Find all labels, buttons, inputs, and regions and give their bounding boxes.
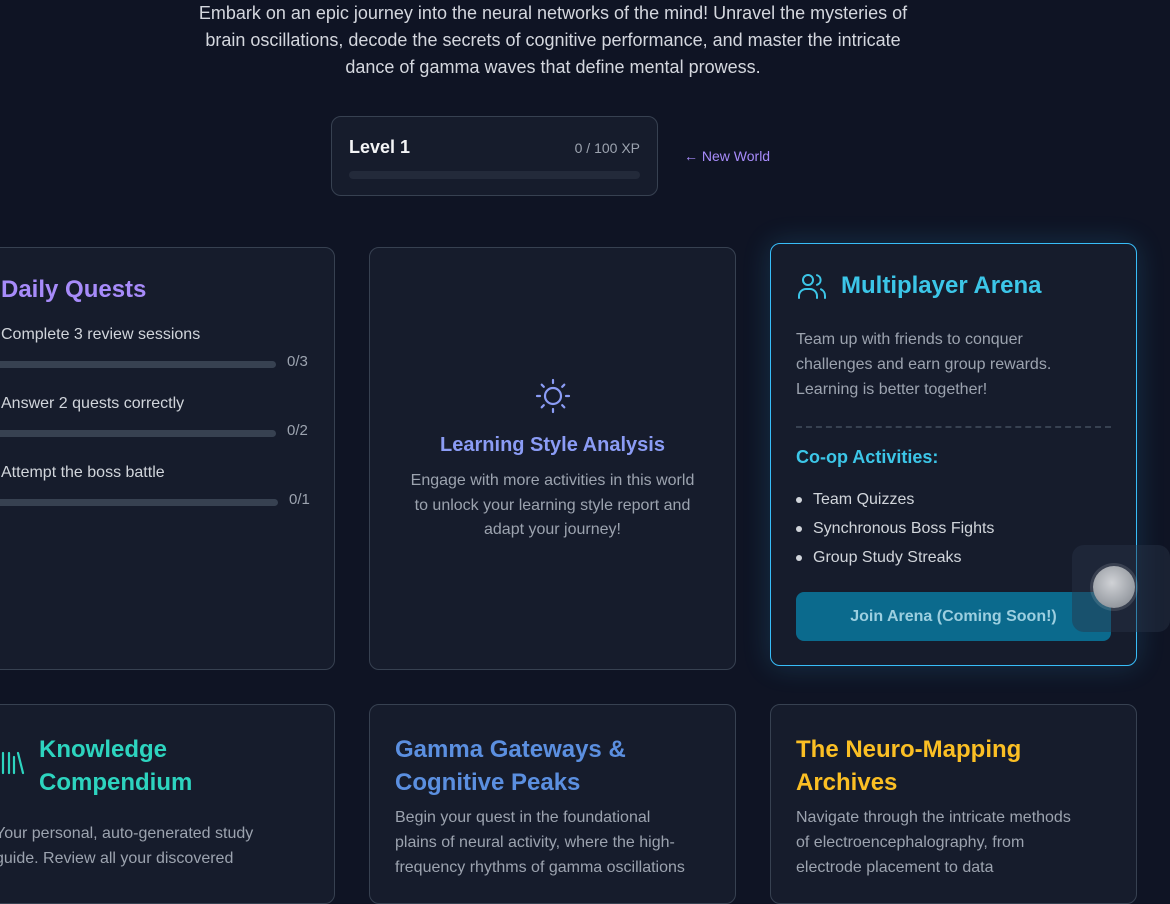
knowledge-compendium-card[interactable]: Knowledge Compendium Your personal, auto… [0,704,335,904]
title-line: Cognitive Peaks [395,769,581,796]
world-intro: Embark on an epic journey into the neura… [170,0,936,81]
list-item: Team Quizzes [796,485,994,514]
quest-label: Attempt the boss battle [1,464,165,481]
sun-icon [535,378,571,414]
quest-progress-bar [0,499,278,506]
users-icon [798,274,826,299]
gamma-gateways-card[interactable]: Gamma Gateways & Cognitive Peaks Begin y… [369,704,736,904]
description-line: frequency rhythms of gamma oscillations [395,859,685,876]
description-line: challenges and earn group rewards. [796,356,1052,373]
new-world-link[interactable]: ← New World [684,148,770,164]
description-line: Engage with more activities in this worl… [410,472,695,489]
library-icon [1,751,25,775]
intro-line: dance of gamma waves that define mental … [345,57,761,77]
compendium-title: Knowledge Compendium [39,733,192,799]
neuro-mapping-title: The Neuro-Mapping Archives [796,733,1116,799]
gamma-gateways-description: Begin your quest in the foundational pla… [395,805,710,880]
title-line: Compendium [39,769,193,796]
title-line: Archives [796,769,898,796]
quest-count: 0/1 [289,491,310,508]
intro-line: Embark on an epic journey into the neura… [198,3,908,23]
description-line: guide. Review all your discovered [0,850,234,867]
learning-style-title: Learning Style Analysis [440,434,665,456]
coop-activities-heading: Co-op Activities: [796,447,939,467]
description-line: plains of neural activity, where the hig… [395,834,675,851]
quest-progress-bar [0,361,276,368]
learning-style-card: Learning Style Analysis Engage with more… [369,247,736,670]
description-line: to unlock your learning style report and [414,496,691,514]
description-line: Learning is better together! [796,381,988,398]
dashed-divider [796,426,1111,428]
list-item: Synchronous Boss Fights [796,514,994,543]
xp-progress-bar [349,171,640,179]
floating-assistant-button[interactable] [1093,566,1135,608]
neuro-mapping-description: Navigate through the intricate methods o… [796,805,1111,880]
arena-title: Multiplayer Arena [841,272,1042,299]
title-line: The Neuro-Mapping [796,736,1022,763]
gamma-gateways-title: Gamma Gateways & Cognitive Peaks [395,733,715,799]
learning-style-description: Engage with more activities in this worl… [396,469,709,543]
arena-description: Team up with friends to conquer challeng… [796,327,1111,402]
description-line: Begin your quest in the foundational [395,809,651,826]
quest-label: Answer 2 quests correctly [1,395,185,412]
title-line: Gamma Gateways & [395,736,626,763]
description-line: of electroencephalography, from [796,834,1025,851]
daily-quests-card: Daily Quests Complete 3 review sessions … [0,247,335,670]
quest-progress-bar [0,430,276,437]
description-line: Your personal, auto-generated study [0,825,254,842]
xp-counter: 0 / 100 XP [574,140,640,156]
title-line: Knowledge [39,736,168,763]
join-arena-button[interactable]: Join Arena (Coming Soon!) [796,592,1111,641]
compendium-description: Your personal, auto-generated study guid… [0,821,314,871]
intro-line: brain oscillations, decode the secrets o… [205,30,901,50]
level-title: Level 1 [349,137,411,157]
quest-count: 0/2 [287,422,308,439]
level-card: Level 1 0 / 100 XP [331,116,658,196]
daily-quests-title: Daily Quests [1,276,147,303]
description-line: adapt your journey! [484,521,621,538]
quest-count: 0/3 [287,353,308,370]
description-line: Team up with friends to conquer [796,331,1023,348]
list-item: Group Study Streaks [796,543,994,572]
description-line: electrode placement to data [796,859,994,876]
neuro-mapping-card[interactable]: The Neuro-Mapping Archives Navigate thro… [770,704,1137,904]
quest-label: Complete 3 review sessions [1,326,201,343]
coop-activities-list: Team Quizzes Synchronous Boss Fights Gro… [796,485,994,572]
description-line: Navigate through the intricate methods [796,809,1071,826]
